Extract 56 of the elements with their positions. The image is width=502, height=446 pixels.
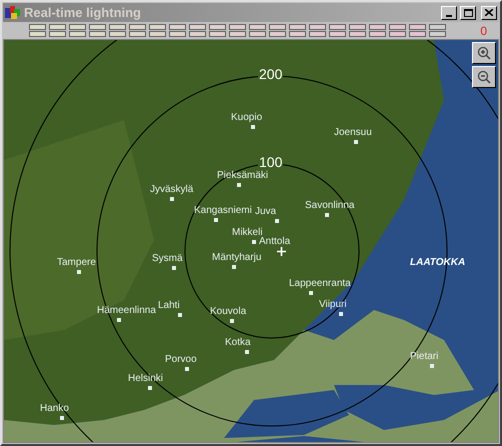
place-label: Pietari (410, 352, 438, 362)
city-marker (214, 218, 218, 222)
place-label: Lappeenranta (289, 279, 351, 289)
close-button[interactable] (481, 6, 497, 20)
place-label: Kouvola (210, 307, 246, 317)
place-label: Kangasniemi (194, 206, 252, 216)
city-marker (117, 318, 121, 322)
range-label: 200 (258, 67, 284, 81)
place-label: Mikkeli (232, 228, 263, 238)
city-marker (309, 291, 313, 295)
zoom-out-button[interactable] (472, 66, 496, 88)
place-label: Hanko (40, 404, 69, 414)
city-marker (275, 219, 279, 223)
place-label: Porvoo (165, 355, 197, 365)
city-marker (237, 183, 241, 187)
city-marker (339, 312, 343, 316)
place-label: Savonlinna (305, 201, 354, 211)
strike-counter: 0 (480, 24, 487, 36)
app-icon (5, 6, 21, 20)
place-label: Anttola (259, 237, 290, 247)
place-label: Sysmä (152, 254, 183, 264)
place-label: Mäntyharju (212, 253, 262, 263)
city-marker (148, 386, 152, 390)
maximize-button[interactable] (460, 6, 476, 20)
city-marker (354, 140, 358, 144)
place-label: Pieksämäki (217, 171, 268, 181)
place-label: Lahti (158, 301, 180, 311)
city-marker (60, 416, 64, 420)
place-label: Kuopio (231, 113, 262, 123)
city-marker (325, 213, 329, 217)
place-label: Kotka (225, 338, 251, 348)
place-label: Joensuu (334, 128, 372, 138)
place-label: Tampere (57, 258, 96, 268)
city-marker (170, 197, 174, 201)
place-label: Juva (255, 207, 276, 217)
city-marker (172, 266, 176, 270)
place-label: Hämeenlinna (97, 306, 156, 316)
place-label: Jyväskylä (150, 185, 194, 195)
city-marker (232, 265, 236, 269)
window-title: Real-time lightning (24, 6, 142, 19)
city-marker (185, 367, 189, 371)
city-marker (251, 125, 255, 129)
zoom-in-button[interactable] (472, 42, 496, 64)
zoom-in-icon (477, 46, 491, 60)
city-marker (245, 350, 249, 354)
city-marker (230, 319, 234, 323)
zoom-out-icon (477, 70, 491, 84)
city-marker (178, 313, 182, 317)
range-label: 100 (258, 155, 284, 169)
city-marker (77, 270, 81, 274)
close-icon (485, 9, 493, 16)
station-marker (277, 247, 286, 256)
minimize-button[interactable] (441, 6, 457, 20)
city-marker (430, 364, 434, 368)
place-label: Helsinki (128, 374, 164, 384)
city-marker (252, 240, 256, 244)
